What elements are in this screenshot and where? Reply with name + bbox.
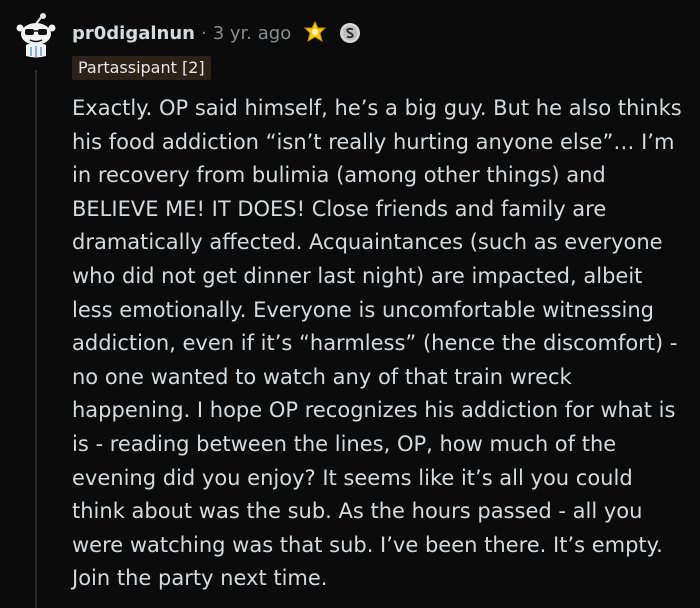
comment-card: pr0digalnun · 3 yr. ago Partassipant [2]… [0,0,700,608]
timestamp[interactable]: 3 yr. ago [213,23,292,44]
snoo-avatar-icon [16,13,56,58]
coin-s-icon[interactable] [339,22,361,44]
gold-award-icon[interactable] [303,20,327,45]
thread-line[interactable] [35,70,37,608]
username-link[interactable]: pr0digalnun [72,23,195,44]
avatar[interactable] [12,12,60,60]
meta-separator: · [201,22,207,44]
comment-meta: pr0digalnun · 3 yr. ago [72,18,361,48]
comment-body: Exactly. OP said himself, he’s a big guy… [72,96,682,591]
user-flair: Partassipant [2] [72,56,211,80]
